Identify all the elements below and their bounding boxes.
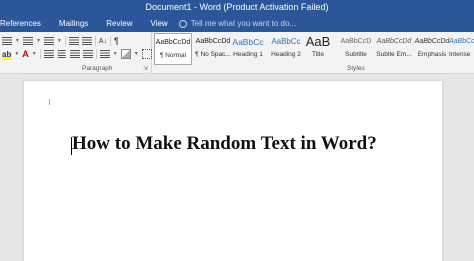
styles-group-label: Styles <box>347 65 365 72</box>
document-area: How to Make Random Text in Word? <box>0 75 474 261</box>
align-left-icon[interactable] <box>43 50 54 58</box>
style-heading-2[interactable]: AaBbCc Heading 2 <box>267 33 305 65</box>
increase-indent-icon[interactable] <box>81 37 92 45</box>
style-sample: AaBbCcDd <box>155 39 191 46</box>
margin-marker <box>49 99 51 105</box>
chevron-down-icon[interactable]: ▼ <box>14 51 19 57</box>
document-heading[interactable]: How to Make Random Text in Word? <box>72 133 377 155</box>
style-name: Title <box>311 51 325 58</box>
style-subtle-emphasis[interactable]: AaBbCcDd Subtle Em... <box>375 33 413 65</box>
menu-mailings[interactable]: Mailings <box>50 15 97 32</box>
menu-review[interactable]: Review <box>97 15 141 32</box>
lightbulb-icon <box>178 19 187 28</box>
divider <box>39 49 41 59</box>
window-title: Document1 - Word (Product Activation Fai… <box>145 2 329 12</box>
style-sample: AaBbCcDd <box>195 38 231 45</box>
title-bar: Document1 - Word (Product Activation Fai… <box>0 0 474 15</box>
style-intense[interactable]: AaBbCcDd Intense <box>449 33 474 65</box>
center-icon[interactable] <box>57 50 66 58</box>
menu-bar: References Mailings Review View Tell me … <box>0 15 474 32</box>
numbering-icon[interactable] <box>22 37 33 45</box>
highlight-icon[interactable]: ab <box>2 50 12 60</box>
style-emphasis[interactable]: AaBbCcDd Emphasis <box>413 33 451 65</box>
style-no-spacing[interactable]: AaBbCcDd ¶ No Spac... <box>194 33 232 65</box>
chevron-down-icon[interactable]: ▼ <box>57 38 62 44</box>
show-marks-icon[interactable]: ¶ <box>114 36 119 46</box>
style-heading-1[interactable]: AaBbCc Heading 1 <box>229 33 267 65</box>
style-sample: AaBbCcDd <box>414 38 450 45</box>
paragraph-row-2: ab▼ A▼ ▼ ▼ ▼ <box>2 48 160 60</box>
divider <box>94 36 96 46</box>
style-sample: AaBbCc <box>271 37 301 46</box>
ribbon: ▼ ▼ ▼ A↓ ¶ ab▼ A▼ ▼ ▼ ▼ Paragraph ⇲ <box>0 32 474 74</box>
document-page[interactable]: How to Make Random Text in Word? <box>24 81 442 261</box>
style-sample: AaBbCcD <box>340 38 372 45</box>
style-name: Emphasis <box>417 51 447 58</box>
style-subtitle[interactable]: AaBbCcD Subtitle <box>337 33 375 65</box>
style-name: Subtle Em... <box>376 51 412 58</box>
bullets-icon[interactable] <box>2 37 12 45</box>
paragraph-group: ▼ ▼ ▼ A↓ ¶ ab▼ A▼ ▼ ▼ ▼ Paragraph ⇲ <box>0 32 160 74</box>
style-name: Heading 2 <box>271 51 301 58</box>
chevron-down-icon[interactable]: ▼ <box>15 38 20 44</box>
dialog-launcher-icon[interactable]: ⇲ <box>143 65 148 72</box>
style-name: Subtitle <box>345 51 367 58</box>
divider <box>110 36 112 46</box>
style-sample: AaB <box>305 34 331 49</box>
decrease-indent-icon[interactable] <box>68 37 79 45</box>
chevron-down-icon[interactable]: ▼ <box>134 51 139 57</box>
style-name: Intense <box>449 51 471 58</box>
divider <box>95 49 97 59</box>
sort-icon[interactable]: A↓ <box>99 38 107 45</box>
chevron-down-icon[interactable]: ▼ <box>36 38 41 44</box>
align-right-icon[interactable] <box>69 50 80 58</box>
style-title[interactable]: AaB Title <box>301 33 335 65</box>
style-sample: AaBbCcDd <box>449 38 474 45</box>
tell-me-placeholder: Tell me what you want to do... <box>190 19 297 28</box>
style-sample: AaBbCcDd <box>376 38 412 45</box>
style-name: ¶ No Spac... <box>195 51 231 58</box>
chevron-down-icon[interactable]: ▼ <box>113 51 118 57</box>
borders-icon[interactable] <box>141 49 152 59</box>
font-color-icon[interactable]: A <box>22 49 29 59</box>
chevron-down-icon[interactable]: ▼ <box>32 51 37 57</box>
style-sample: AaBbCc <box>232 37 264 47</box>
line-spacing-icon[interactable] <box>99 50 110 58</box>
style-normal[interactable]: AaBbCcDd ¶ Normal <box>154 33 192 65</box>
divider <box>64 36 66 46</box>
style-name: ¶ Normal <box>159 52 187 59</box>
styles-gallery: AaBbCcDd ¶ Normal AaBbCcDd ¶ No Spac... … <box>153 32 474 74</box>
menu-references[interactable]: References <box>0 15 50 32</box>
menu-view[interactable]: View <box>142 15 177 32</box>
tell-me-box[interactable]: Tell me what you want to do... <box>178 19 297 28</box>
justify-icon[interactable] <box>82 50 93 58</box>
multilevel-list-icon[interactable] <box>43 37 54 45</box>
paragraph-row-1: ▼ ▼ ▼ A↓ ¶ <box>2 35 119 47</box>
shading-icon[interactable] <box>120 49 131 59</box>
paragraph-group-label: Paragraph <box>82 65 113 72</box>
style-name: Heading 1 <box>233 51 263 58</box>
